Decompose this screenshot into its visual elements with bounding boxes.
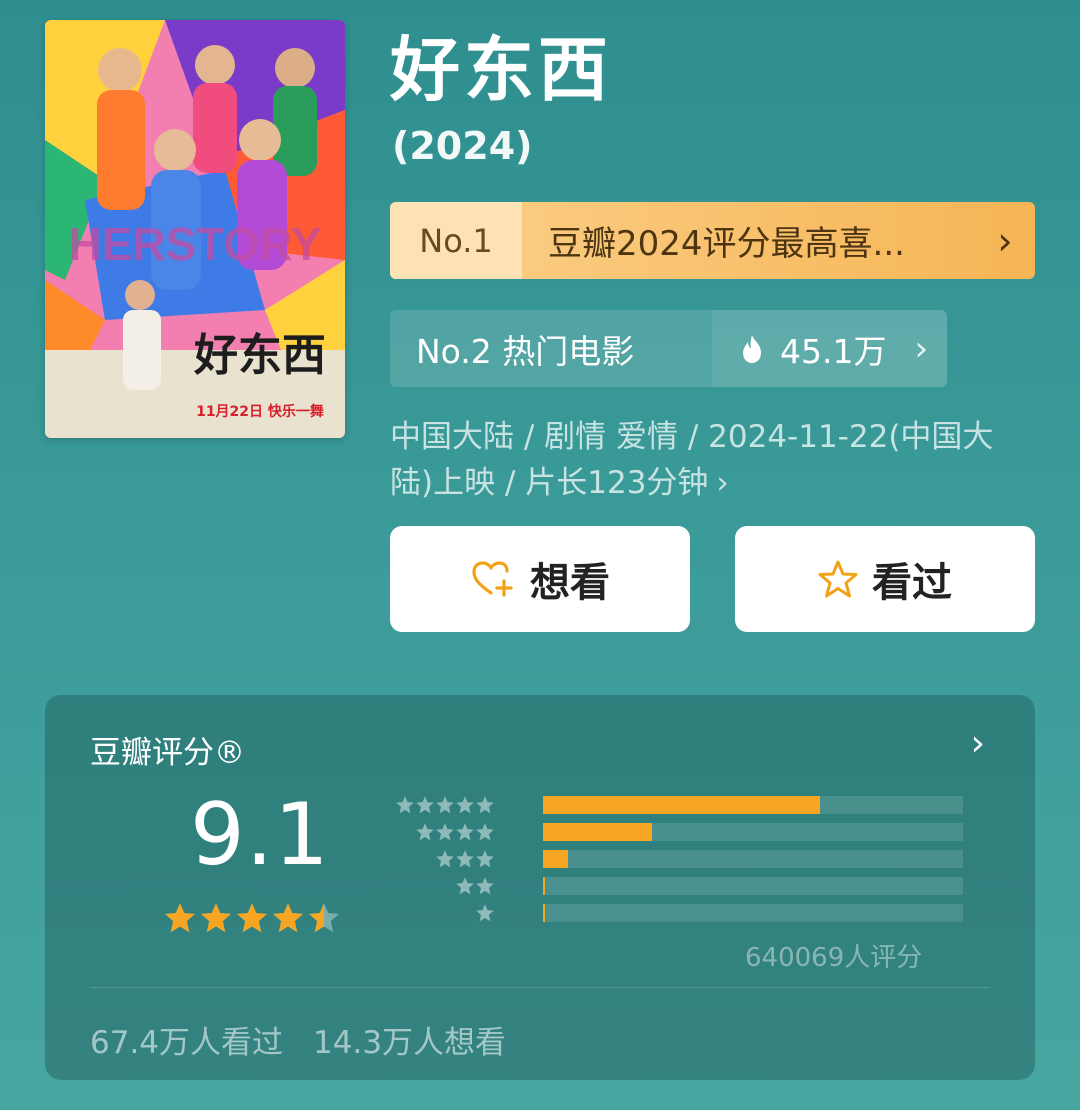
movie-year: (2024)	[392, 124, 533, 168]
small-star-icon	[416, 796, 434, 814]
small-star-icon	[456, 823, 474, 841]
rank-number: No.1	[390, 202, 522, 279]
chevron-right-icon: ›	[914, 328, 929, 369]
want-to-watch-label: 想看	[530, 560, 610, 606]
rating-dist-row	[375, 795, 963, 815]
movie-poster[interactable]: HERSTORY 好东西 11月22日 快乐一舞	[45, 20, 345, 438]
watched-button[interactable]: 看过	[735, 526, 1035, 632]
movie-title: 好东西	[390, 29, 612, 111]
rating-dist-stars	[435, 849, 495, 869]
rating-dist-bar	[543, 850, 569, 868]
poster-watermark: HERSTORY	[68, 218, 321, 270]
rating-dist-stars	[415, 822, 495, 842]
rating-count: 640069人评分	[745, 943, 923, 973]
rank-banner-secondary[interactable]: No.2 热门电影 45.1万 ›	[390, 310, 947, 387]
want-to-watch-button[interactable]: 想看	[390, 526, 690, 632]
rating-dist-stars	[475, 903, 495, 923]
hot-count: 45.1万	[780, 331, 887, 371]
want-count: 14.3万人想看	[313, 1025, 507, 1061]
rank-list-name: 豆瓣2024评分最高喜...	[548, 224, 905, 264]
rating-dist-bar	[543, 877, 546, 895]
rating-dist-track	[543, 904, 963, 922]
seen-count: 67.4万人看过	[90, 1025, 284, 1061]
rating-dist-row	[375, 903, 963, 923]
rating-dist-track	[543, 877, 963, 895]
chevron-right-icon: ›	[716, 465, 729, 501]
rating-dist-track	[543, 823, 963, 841]
small-star-icon	[476, 823, 494, 841]
rating-star-icon	[237, 903, 267, 933]
small-star-icon	[436, 796, 454, 814]
audience-stats: 67.4万人看过 14.3万人想看	[90, 1017, 506, 1062]
hot-count-group: 45.1万 ›	[712, 310, 947, 387]
flame-icon	[743, 334, 761, 363]
small-star-icon	[476, 796, 494, 814]
small-star-icon	[456, 877, 474, 895]
rating-star-icon	[201, 903, 231, 933]
rating-dist-track	[543, 796, 963, 814]
rating-star-icon	[165, 903, 195, 933]
small-star-icon	[476, 877, 494, 895]
small-star-icon	[456, 850, 474, 868]
meta-text: 中国大陆 / 剧情 爱情 / 2024-11-22(中国大陆)上映 / 片长12…	[390, 419, 994, 501]
rating-dist-bar	[543, 796, 821, 814]
watched-label: 看过	[872, 560, 952, 606]
small-star-icon	[396, 796, 414, 814]
rating-card[interactable]: 豆瓣评分® › 9.1 640069人评分 67.4万人看过 14.3万人想看	[45, 695, 1035, 1080]
rating-dist-bar	[543, 904, 546, 922]
rating-dist-row	[375, 849, 963, 869]
movie-meta[interactable]: 中国大陆 / 剧情 爱情 / 2024-11-22(中国大陆)上映 / 片长12…	[390, 414, 1030, 506]
rating-dist-stars	[455, 876, 495, 896]
star-icon	[818, 560, 858, 598]
rating-dist-track	[543, 850, 963, 868]
small-star-icon	[436, 850, 454, 868]
rating-star-icon	[309, 903, 339, 933]
rating-star-icon	[273, 903, 303, 933]
rating-dist-stars	[395, 795, 495, 815]
rating-heading: 豆瓣评分®	[90, 735, 245, 771]
hot-rank-label: No.2 热门电影	[416, 331, 635, 371]
rating-dist-row	[375, 822, 963, 842]
small-star-icon	[476, 904, 494, 922]
rank-banner-primary[interactable]: No.1 豆瓣2024评分最高喜... ›	[390, 202, 1035, 279]
small-star-icon	[416, 823, 434, 841]
small-star-icon	[476, 850, 494, 868]
small-star-icon	[456, 796, 474, 814]
chevron-right-icon: ›	[997, 218, 1013, 263]
rating-score: 9.1	[190, 785, 330, 885]
poster-title-art: 好东西	[193, 330, 326, 381]
chevron-right-icon[interactable]: ›	[971, 723, 985, 764]
small-star-icon	[436, 823, 454, 841]
rating-stars	[163, 901, 343, 935]
rating-dist-row	[375, 876, 963, 896]
poster-artwork: HERSTORY 好东西 11月22日 快乐一舞	[45, 20, 345, 438]
heart-plus-icon	[472, 561, 513, 597]
rating-dist-bar	[543, 823, 653, 841]
divider	[90, 987, 990, 988]
poster-release-text: 11月22日 快乐一舞	[196, 403, 324, 420]
